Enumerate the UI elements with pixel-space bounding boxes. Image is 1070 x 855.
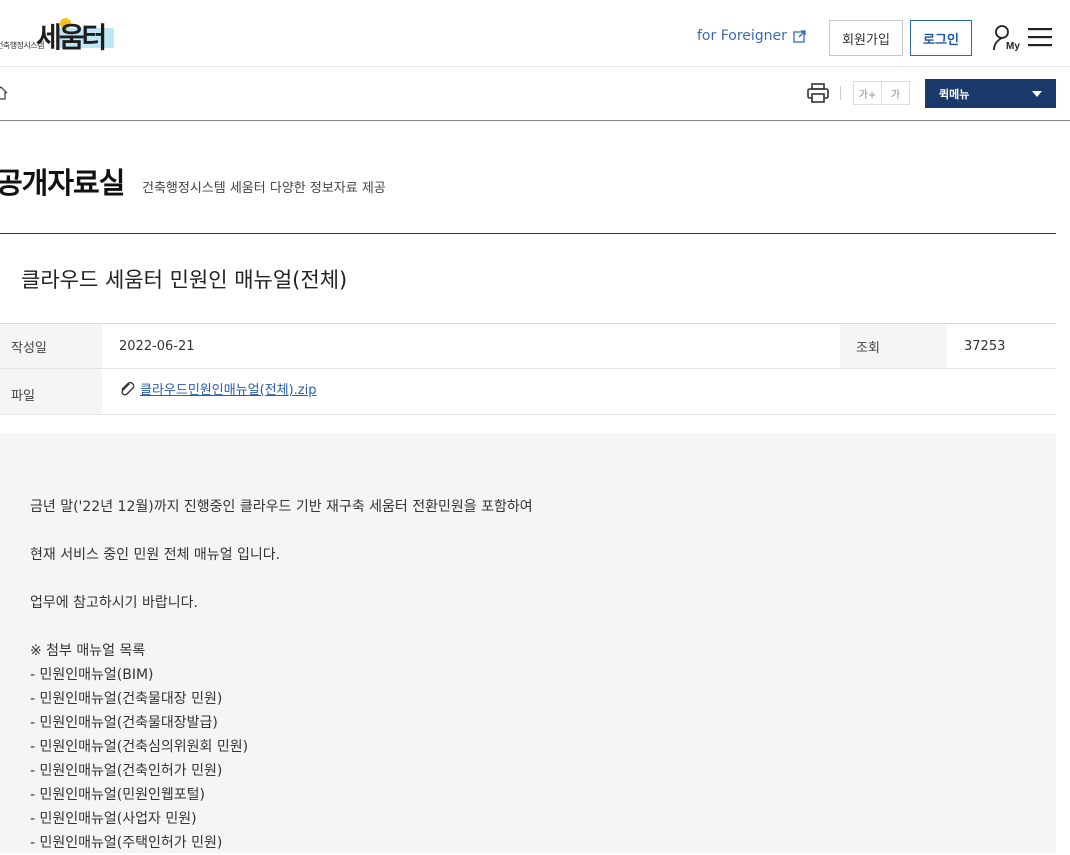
site-logo[interactable]: 건축행정시스템 세움터 [0,14,120,54]
post-info-table: 작성일 2022-06-21 조회 37253 파일 클라우드민원인매뉴얼(전체… [0,323,1056,415]
views-value: 37253 [964,338,1006,354]
site-header: 건축행정시스템 세움터 for Foreigner 회원가입 로그인 My [0,0,1070,67]
body-paragraph-2: 현재 서비스 중인 민원 전체 매뉴얼 입니다. [30,547,281,563]
attachment-download-link[interactable]: 클라우드민원인매뉴얼(전체).zip [119,379,316,398]
post-content: 금년 말('22년 12월)까지 진행중인 클라우드 기반 재구축 세움터 전환… [30,495,533,855]
my-page-icon[interactable]: My [992,24,1020,52]
post-body: 금년 말('22년 12월)까지 진행중인 클라우드 기반 재구축 세움터 전환… [0,433,1056,853]
external-link-icon [793,29,806,43]
body-paragraph-3: 업무에 참고하시기 바랍니다. [30,595,198,611]
quick-menu-label: 퀵메뉴 [939,87,970,101]
manual-list-item: - 민원인매뉴얼(민원인웹포털) [30,787,205,803]
login-button[interactable]: 로그인 [910,20,972,56]
quick-menu-dropdown[interactable]: 퀵메뉴 [925,79,1056,108]
font-increase-button[interactable]: 가+ [854,82,881,104]
body-paragraph-1: 금년 말('22년 12월)까지 진행중인 클라우드 기반 재구축 세움터 전환… [30,499,533,515]
page-title: 공개자료실 [0,166,125,200]
join-button[interactable]: 회원가입 [829,20,903,56]
utility-bar: 가+ 가 퀵메뉴 [0,67,1070,121]
manual-list-item: - 민원인매뉴얼(건축물대장 민원) [30,691,223,707]
post-title: 클라우드 세움터 민원인 매뉴얼(전체) [21,268,348,292]
paperclip-icon [121,381,135,395]
hamburger-menu-icon[interactable] [1028,27,1052,47]
for-foreigner-link[interactable]: for Foreigner [697,28,806,44]
file-label: 파일 [0,369,102,414]
home-icon[interactable] [0,86,8,100]
title-divider [0,233,1056,234]
svg-text:My: My [1006,41,1020,52]
info-row-date: 작성일 2022-06-21 조회 37253 [0,324,1056,369]
manual-list-item: - 민원인매뉴얼(BIM) [30,667,154,683]
manual-list-item: - 민원인매뉴얼(건축물대장발급) [30,715,218,731]
logo-wordmark: 세움터 [36,21,107,54]
print-icon[interactable] [807,83,829,103]
date-value: 2022-06-21 [119,338,195,354]
page-description: 건축행정시스템 세움터 다양한 정보자료 제공 [142,181,386,196]
font-decrease-button[interactable]: 가 [881,82,909,104]
date-label: 작성일 [0,324,102,368]
views-label: 조회 [840,324,947,368]
caret-down-icon [1032,90,1042,97]
manual-list-item: - 민원인매뉴얼(주택인허가 민원) [30,835,223,851]
info-row-file: 파일 클라우드민원인매뉴얼(전체).zip [0,369,1056,415]
file-value: 클라우드민원인매뉴얼(전체).zip [102,369,1056,414]
divider [840,86,841,100]
manual-list-item: - 민원인매뉴얼(건축인허가 민원) [30,763,223,779]
attachment-filename: 클라우드민원인매뉴얼(전체).zip [140,383,317,398]
font-size-control: 가+ 가 [853,81,910,105]
manual-list-item: - 민원인매뉴얼(건축심의위원회 민원) [30,739,249,755]
for-foreigner-label: for Foreigner [697,28,787,44]
manual-list-title: ※ 첨부 매뉴얼 목록 [30,643,146,659]
manual-list-item: - 민원인매뉴얼(사업자 민원) [30,811,197,827]
